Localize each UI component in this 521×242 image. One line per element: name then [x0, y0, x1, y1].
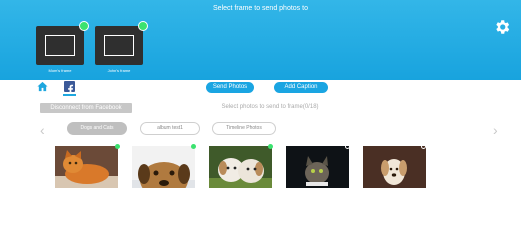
frame-status-dot [79, 21, 89, 31]
selection-dot-photo3 [268, 144, 273, 149]
chevron-right-icon[interactable]: › [493, 123, 498, 137]
selection-dot-photo4 [345, 144, 350, 149]
frame-card-moms[interactable] [36, 21, 89, 65]
chevron-left-icon[interactable]: ‹ [40, 123, 45, 137]
photo-thumbnail-dog-peeking[interactable] [132, 146, 195, 188]
add-caption-button[interactable]: Add Caption [274, 82, 328, 93]
selection-dot-photo2 [191, 144, 196, 149]
page-title: Select frame to send photos to [213, 5, 308, 12]
frame-card-johns[interactable] [95, 21, 148, 65]
photo-thumbnail-tabby-cat[interactable] [286, 146, 349, 188]
selection-status: Select photos to send to frame(0/18) [221, 104, 319, 110]
album-tab-timeline-photos[interactable]: Timeline Photos [212, 122, 276, 135]
photo-thumbnail-small-dog[interactable] [363, 146, 426, 188]
disconnect-facebook-button[interactable]: Disconnect from Facebook [40, 103, 132, 113]
album-tab-dogs-and-cats[interactable]: Dogs and Cats [67, 122, 127, 135]
frame-screen [45, 35, 75, 56]
frame-status-dot [138, 21, 148, 31]
frame-label-johns: John's frame [107, 68, 131, 73]
photo-thumbnail-orange-cat[interactable] [55, 146, 118, 188]
home-icon[interactable] [37, 81, 48, 92]
selection-dot-photo5 [421, 144, 426, 149]
album-tab-album-test1[interactable]: album test1 [140, 122, 200, 135]
send-photos-button[interactable]: Send Photos [206, 82, 254, 93]
facebook-icon[interactable] [64, 81, 75, 94]
selection-dot-photo1 [115, 144, 120, 149]
photo-thumbnail-two-puppies[interactable] [209, 146, 272, 188]
header-bar: Select frame to send photos to Mom's fra… [0, 0, 521, 80]
frame-label-moms: Mom's frame [48, 68, 72, 73]
active-tab-indicator [63, 94, 76, 96]
frame-screen [104, 35, 134, 56]
gear-icon[interactable] [493, 18, 511, 36]
